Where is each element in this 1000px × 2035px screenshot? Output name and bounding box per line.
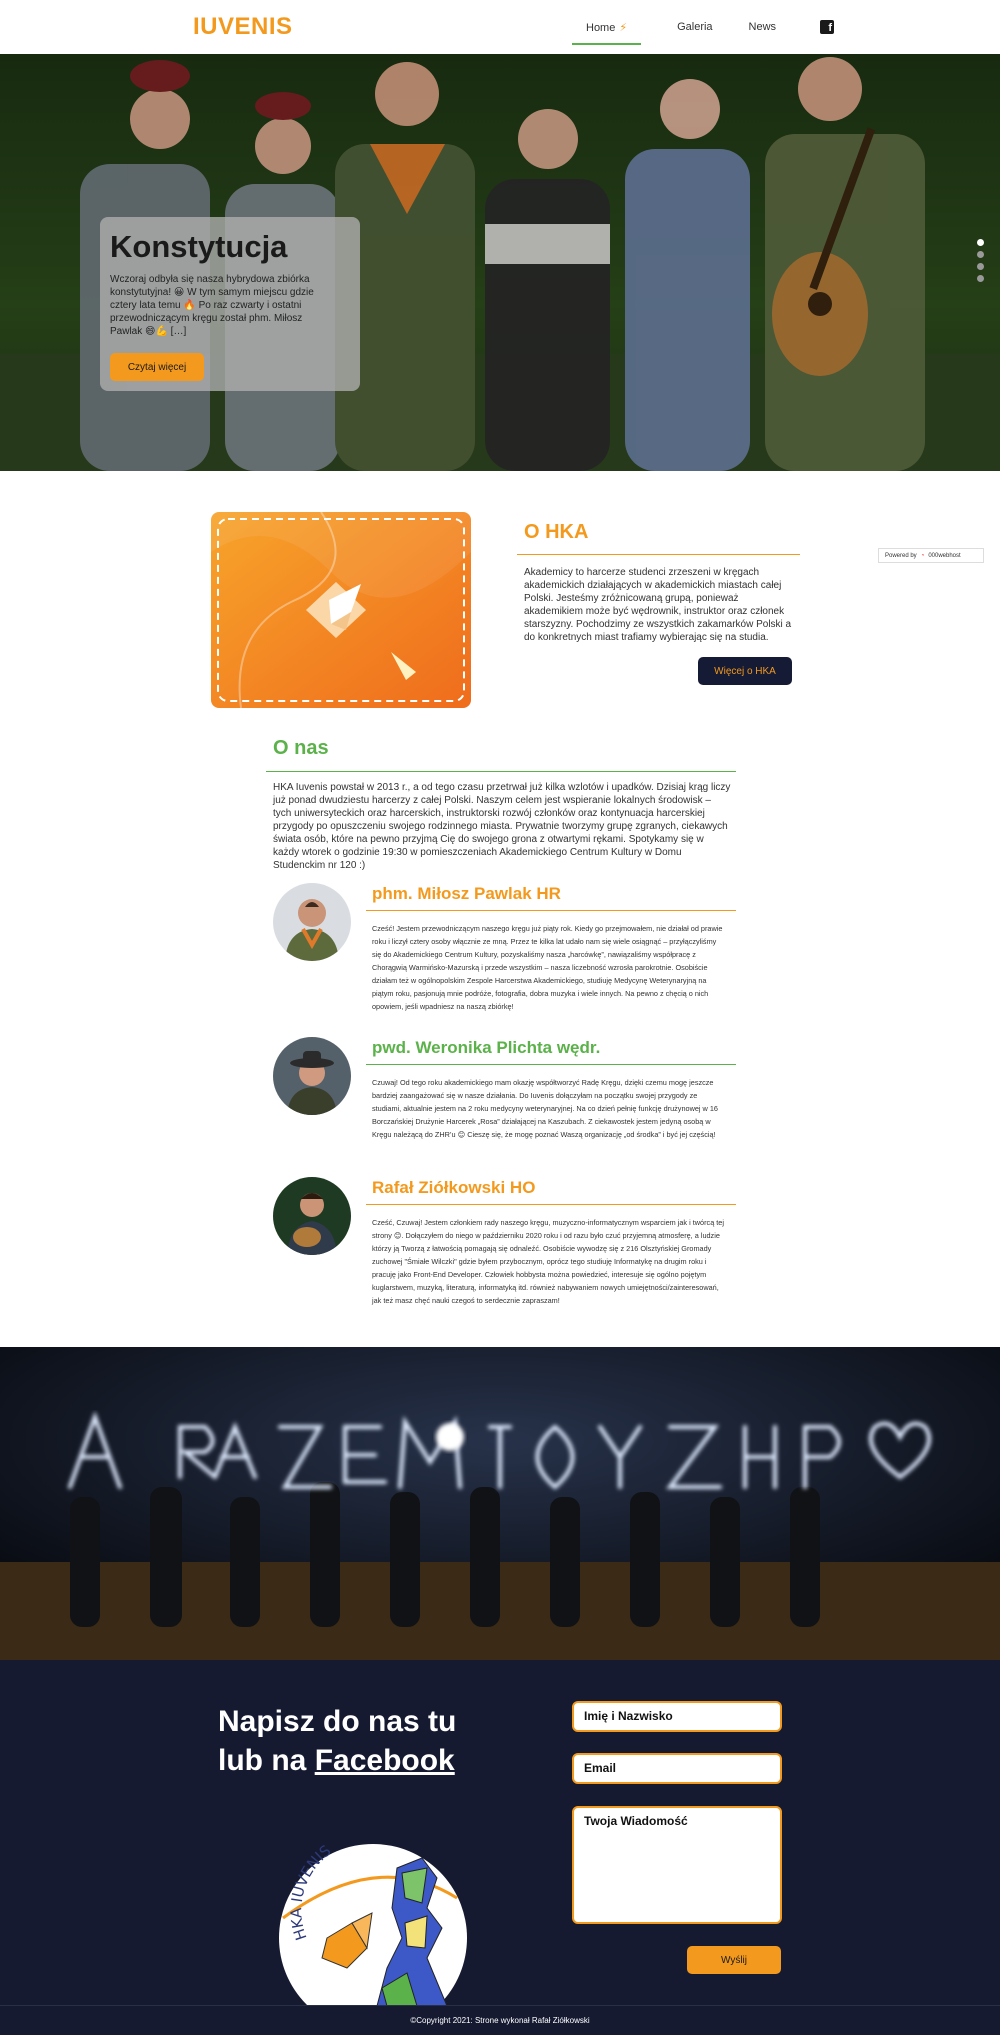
hero-text: Wczoraj odbyła się nasza hybrydowa zbiór… (110, 274, 314, 337)
member-avatar (273, 1037, 351, 1115)
email-field[interactable]: Email (572, 1753, 782, 1784)
member-bio: Czuwaj! Od tego roku akademickiego mam o… (372, 1078, 718, 1139)
about-us-divider (266, 771, 736, 772)
member-name: pwd. Weronika Plichta wędr. (372, 1038, 601, 1057)
contact-section: Napisz do nas tu lub na Facebook Imię i … (0, 1660, 1000, 2032)
light-painting-photo (0, 1347, 1000, 1660)
nav-link-news[interactable]: News (749, 17, 777, 37)
hero-slider: Konstytucja Wczoraj odbyła się nasza hyb… (0, 54, 1000, 471)
slider-dot[interactable] (977, 239, 984, 246)
member-avatar (273, 1177, 351, 1255)
contact-heading: Napisz do nas tu lub na Facebook (218, 1702, 478, 1780)
webhost-logo-icon: ◔ (920, 552, 925, 559)
member-divider (366, 910, 736, 911)
about-us-text: HKA Iuvenis powstał w 2013 r., a od tego… (273, 782, 731, 871)
member-bio: Cześć! Jestem przewodniczącym naszego kr… (372, 924, 723, 1011)
slider-dot[interactable] (977, 275, 984, 282)
contact-heading-line1: Napisz do nas tu (218, 1705, 457, 1738)
nav-link-galeria[interactable]: Galeria (677, 17, 712, 37)
member-divider (366, 1064, 736, 1065)
powered-by-label: Powered by (885, 552, 917, 559)
member-name: Rafał Ziółkowski HO (372, 1178, 536, 1197)
about-us-heading: O nas (273, 737, 329, 759)
nav-link-home[interactable]: Home ⚡ (572, 17, 642, 45)
send-button[interactable]: Wyślij (687, 1946, 781, 1974)
slider-dots (977, 239, 984, 282)
facebook-link[interactable]: Facebook (315, 1744, 455, 1777)
powered-by-host: 000webhost (928, 552, 961, 559)
bolt-icon: ⚡ (619, 21, 628, 34)
slider-dot[interactable] (977, 251, 984, 258)
top-navbar: IUVENIS Home ⚡ Galeria News f (0, 0, 1000, 54)
member-card: Rafał Ziółkowski HO Cześć, Czuwaj! Jeste… (273, 1177, 736, 1307)
powered-by-badge[interactable]: Powered by ◔ 000webhost (878, 548, 984, 563)
member-card: phm. Miłosz Pawlak HR Cześć! Jestem prze… (273, 883, 736, 1013)
name-field[interactable]: Imię i Nazwisko (572, 1701, 782, 1732)
about-hka-divider (517, 554, 800, 555)
member-name: phm. Miłosz Pawlak HR (372, 884, 561, 903)
hka-iuvenis-logo: HKA IUVENIS (277, 1828, 485, 2032)
hero-card: Konstytucja Wczoraj odbyła się nasza hyb… (100, 217, 360, 391)
hero-title: Konstytucja (110, 229, 288, 264)
copyright-bar: ©Copyright 2021: Strone wykonał Rafał Zi… (0, 2005, 1000, 2035)
nav-links: Home ⚡ Galeria News f (572, 0, 835, 54)
facebook-icon[interactable]: f (820, 20, 835, 34)
contact-heading-prefix: lub na (218, 1744, 307, 1777)
hka-illustration (211, 512, 471, 708)
more-about-hka-button[interactable]: Więcej o HKA (698, 657, 792, 685)
nav-link-home-label: Home (586, 21, 616, 34)
read-more-button[interactable]: Czytaj więcej (110, 353, 204, 381)
about-hka-text: Akademicy to harcerze studenci zrzeszeni… (524, 567, 792, 643)
message-field[interactable]: Twoja Wiadomość (572, 1806, 782, 1924)
about-hka-heading: O HKA (524, 521, 589, 543)
member-avatar (273, 883, 351, 961)
member-bio: Cześć, Czuwaj! Jestem członkiem rady nas… (372, 1218, 724, 1305)
member-card: pwd. Weronika Plichta wędr. Czuwaj! Od t… (273, 1037, 736, 1157)
slider-dot[interactable] (977, 263, 984, 270)
member-divider (366, 1204, 736, 1205)
brand-logo[interactable]: IUVENIS (193, 13, 293, 41)
